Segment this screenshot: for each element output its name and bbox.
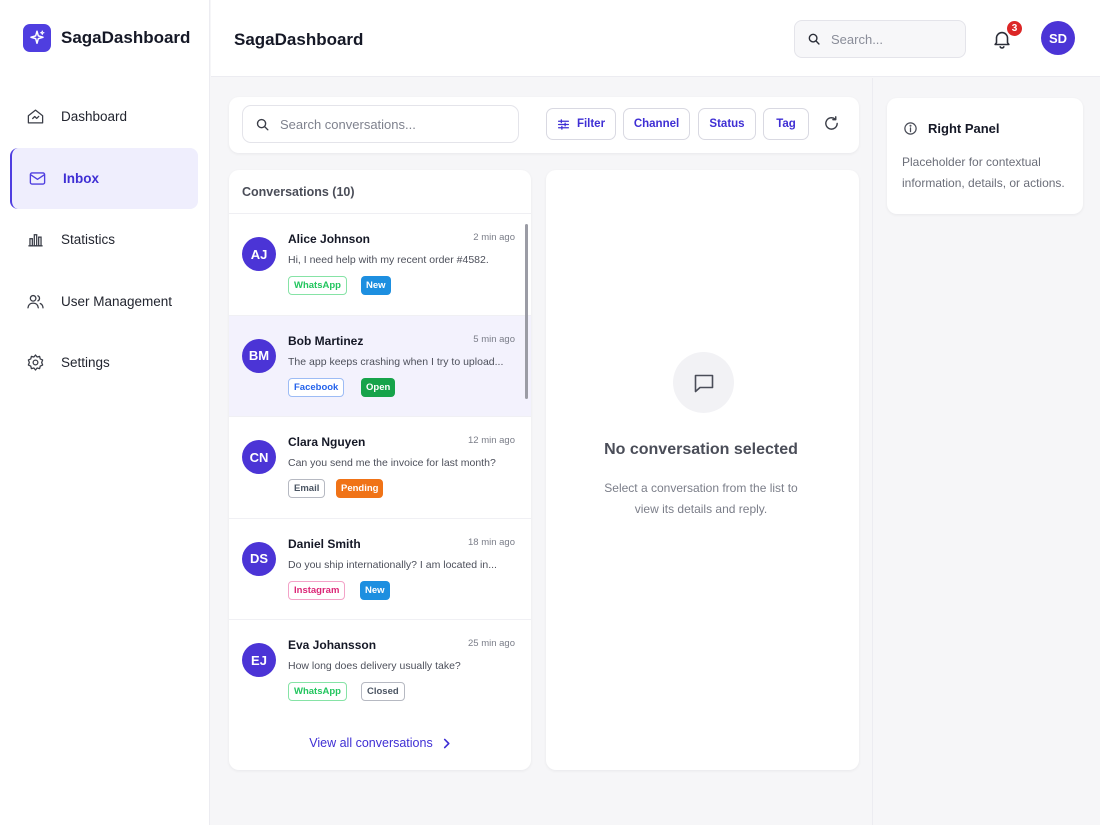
conversation-time: 2 min ago (473, 232, 515, 243)
sidebar-item-dashboard[interactable]: Dashboard (10, 86, 198, 148)
message-preview: Can you send me the invoice for last mon… (288, 457, 496, 469)
message-preview: How long does delivery usually take? (288, 660, 461, 672)
status-badge: Open (361, 377, 396, 397)
empty-state-title: No conversation selected (604, 441, 798, 458)
filter-button-label: Filter (576, 118, 606, 130)
sidebar-item-settings[interactable]: Settings (10, 332, 198, 394)
sliders-icon (557, 118, 570, 131)
contact-name: Clara Nguyen (288, 435, 366, 449)
message-preview: Hi, I need help with my recent order #45… (288, 254, 489, 266)
scrollbar[interactable] (525, 224, 528, 399)
sidebar-item-label: Settings (61, 355, 110, 371)
status-badge: New (361, 276, 391, 295)
sidebar-item-user-management[interactable]: User Management (10, 271, 198, 333)
right-panel-title-text: Right Panel (928, 121, 1000, 136)
conversation-time: 12 min ago (467, 435, 515, 446)
contact-name: Alice Johnson (288, 232, 371, 246)
sidebar-item-label: User Management (61, 293, 173, 309)
conversation-toolbar: Filter Channel Status Tag (229, 97, 859, 153)
channel-button-label: Channel (633, 118, 680, 130)
notification-badge: 3 (1006, 20, 1023, 37)
home-icon (25, 107, 45, 127)
users-icon (25, 291, 45, 311)
conversation-item[interactable]: EJ Eva Johansson 25 min ago How long doe… (229, 620, 531, 720)
view-all-conversations-link[interactable]: View all conversations (229, 736, 531, 750)
info-icon (903, 121, 918, 136)
conversation-list-panel: Conversations (10) AJ Alice Johnson 2 mi… (229, 170, 531, 770)
channel-tag: Facebook (288, 377, 345, 397)
conversation-list-header: Conversations (10) (229, 170, 531, 214)
refresh-icon[interactable] (823, 115, 845, 137)
brand[interactable]: SagaDashboard (23, 24, 190, 52)
status-button[interactable]: Status (698, 108, 756, 140)
search-icon (255, 117, 270, 132)
bar-chart-icon (25, 230, 45, 250)
conversation-time: 18 min ago (467, 536, 515, 548)
empty-state-subtitle: Select a conversation from the list to v… (604, 481, 798, 516)
avatar: EJ (242, 643, 276, 677)
contact-name: Eva Johansson (288, 638, 377, 652)
page-title: SagaDashboard (234, 30, 364, 49)
sparkle-logo-icon (23, 24, 51, 52)
channel-tag: WhatsApp (288, 682, 347, 701)
conversation-time: 5 min ago (473, 333, 515, 345)
conversation-detail-panel: No conversation selected Select a conver… (546, 170, 859, 770)
brand-name: SagaDashboard (61, 28, 191, 47)
channel-tag: Instagram (288, 580, 346, 600)
right-panel-title: Right Panel (903, 121, 1000, 136)
avatar: AJ (242, 237, 276, 271)
contact-name: Daniel Smith (288, 536, 361, 551)
sidebar: SagaDashboard Dashboard Inbox Statistics… (0, 0, 210, 825)
status-badge: Pending (336, 479, 384, 498)
avatar: DS (242, 541, 276, 576)
chat-bubble-icon (673, 352, 734, 413)
view-all-label: View all conversations (309, 736, 433, 750)
sidebar-nav: Dashboard Inbox Statistics User Manageme… (10, 86, 198, 394)
conversation-item[interactable]: CN Clara Nguyen 12 min ago Can you send … (229, 417, 531, 519)
right-panel-text: Placeholder for contextual information, … (902, 155, 1065, 190)
conversation-time: 25 min ago (467, 638, 515, 649)
message-preview: Do you ship internationally? I am locate… (288, 558, 497, 571)
sidebar-item-label: Inbox (63, 170, 99, 186)
tag-button[interactable]: Tag (763, 108, 809, 140)
sidebar-item-label: Dashboard (61, 109, 128, 125)
avatar: BM (242, 338, 276, 373)
sidebar-item-statistics[interactable]: Statistics (10, 209, 198, 271)
channel-tag: WhatsApp (288, 276, 347, 295)
inbox-icon (27, 168, 47, 188)
conversation-item[interactable]: DS Daniel Smith 18 min ago Do you ship i… (229, 519, 531, 620)
conversation-search-input[interactable] (280, 116, 500, 132)
contact-name: Bob Martinez (288, 333, 364, 348)
status-badge: New (360, 580, 390, 600)
channel-tag: Email (288, 479, 326, 498)
global-search[interactable] (794, 20, 966, 58)
top-header: SagaDashboard 3 SD (211, 0, 1100, 77)
conversation-item[interactable]: BM Bob Martinez 5 min ago The app keeps … (229, 315, 531, 417)
conversation-search[interactable] (242, 105, 519, 143)
tag-button-label: Tag (776, 118, 796, 130)
avatar: CN (242, 440, 276, 474)
sidebar-item-inbox[interactable]: Inbox (10, 147, 198, 209)
channel-button[interactable]: Channel (623, 108, 690, 140)
right-panel-card: Right Panel Placeholder for contextual i… (887, 98, 1083, 214)
conversation-item[interactable]: AJ Alice Johnson 2 min ago Hi, I need he… (229, 214, 531, 316)
chevron-right-icon (442, 738, 451, 749)
status-button-label: Status (709, 118, 745, 130)
global-search-input[interactable] (831, 31, 951, 47)
message-preview: The app keeps crashing when I try to upl… (288, 355, 504, 368)
user-avatar[interactable]: SD (1041, 21, 1075, 55)
gear-icon (25, 353, 45, 373)
status-badge: Closed (361, 682, 405, 701)
search-icon (807, 32, 821, 46)
right-column: Right Panel Placeholder for contextual i… (872, 78, 1100, 825)
conversation-list: AJ Alice Johnson 2 min ago Hi, I need he… (229, 214, 531, 720)
sidebar-item-label: Statistics (61, 232, 116, 248)
filter-button[interactable]: Filter (546, 108, 616, 140)
